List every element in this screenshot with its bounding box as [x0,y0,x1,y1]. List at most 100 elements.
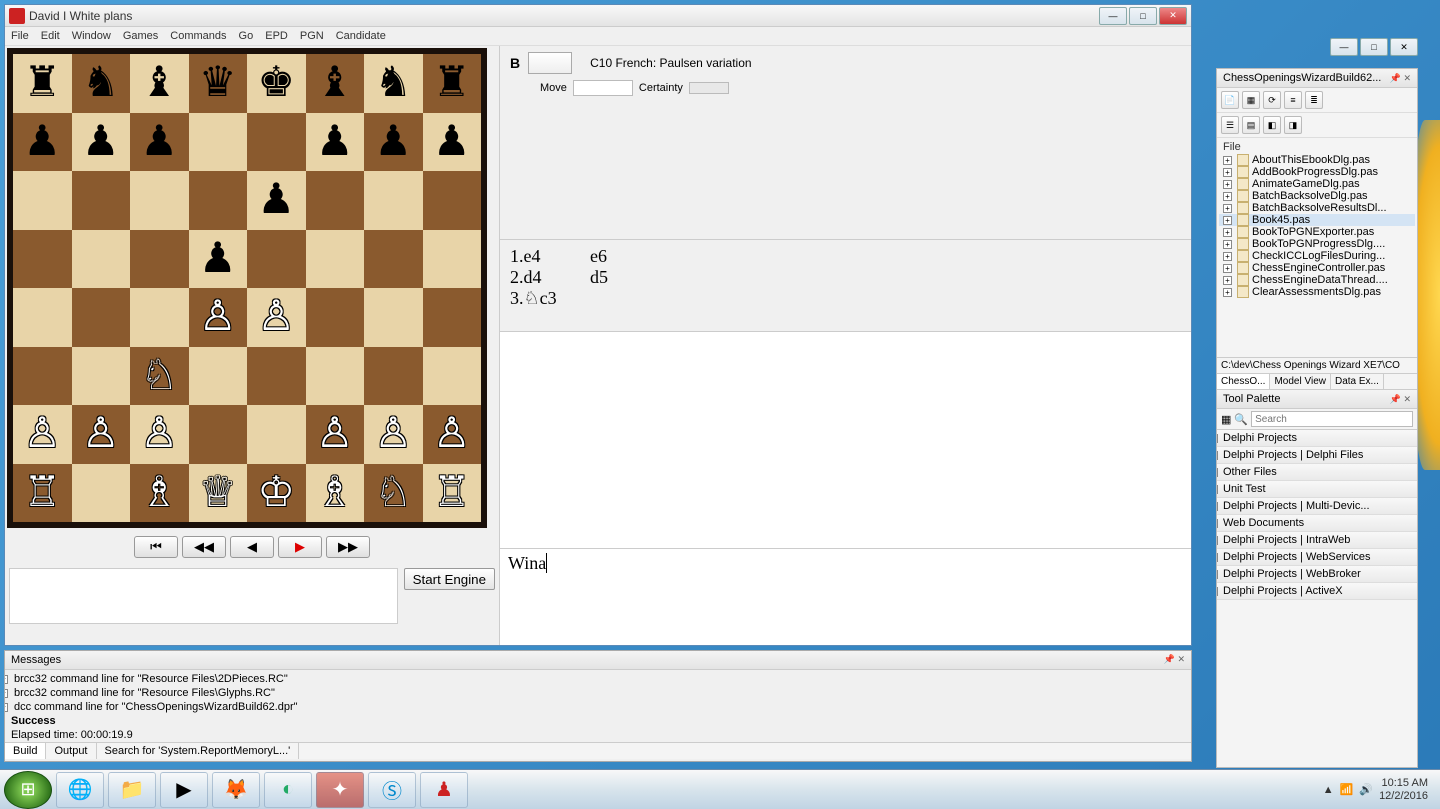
palette-category[interactable]: +Web Documents [1217,515,1417,532]
menu-pgn[interactable]: PGN [300,30,324,42]
square-a5[interactable] [13,230,72,289]
square-a4[interactable] [13,288,72,347]
square-g5[interactable] [364,230,423,289]
square-a3[interactable] [13,347,72,406]
square-f5[interactable] [306,230,365,289]
file-item[interactable]: +Book45.pas [1219,214,1415,226]
square-d7[interactable] [189,113,248,172]
square-f3[interactable] [306,347,365,406]
candidates-panel[interactable] [500,332,1191,549]
square-g4[interactable] [364,288,423,347]
palette-controls[interactable]: 📌 ✕ [1390,394,1411,405]
menu-candidate[interactable]: Candidate [336,30,386,42]
nav-rewind-button[interactable]: ◀◀ [182,536,226,558]
file-item[interactable]: +ClearAssessmentsDlg.pas [1219,286,1415,298]
toolbar-refresh-icon[interactable]: ⟳ [1263,91,1281,109]
square-f2[interactable]: ♙ [306,405,365,464]
square-f7[interactable]: ♟ [306,113,365,172]
menu-epd[interactable]: EPD [265,30,288,42]
palette-category[interactable]: +Delphi Projects | Delphi Files [1217,447,1417,464]
square-b3[interactable] [72,347,131,406]
task-ie-icon[interactable]: 🌐 [56,772,104,808]
square-b5[interactable] [72,230,131,289]
tray-network-icon[interactable]: 📶 [1340,783,1354,796]
square-g1[interactable]: ♘ [364,464,423,523]
nav-first-button[interactable]: ⏮ [134,536,178,558]
palette-category[interactable]: +Unit Test [1217,481,1417,498]
messages-close-icon[interactable]: 📌 ✕ [1164,654,1185,666]
square-g3[interactable] [364,347,423,406]
assessment-select[interactable] [528,52,572,74]
nav-prev-button[interactable]: ◀ [230,536,274,558]
palette-cat-icon[interactable]: ▦ [1221,413,1231,426]
bg-maximize-button[interactable]: □ [1360,38,1388,56]
palette-category[interactable]: +Delphi Projects | Multi-Devic... [1217,498,1417,515]
task-firefox-icon[interactable]: 🦊 [212,772,260,808]
toolbar-expand-icon[interactable]: ≣ [1305,91,1323,109]
square-e6[interactable]: ♟ [247,171,306,230]
square-c7[interactable]: ♟ [130,113,189,172]
square-c5[interactable] [130,230,189,289]
chess-minimize-button[interactable]: — [1099,7,1127,25]
file-item[interactable]: +ChessEngineController.pas [1219,262,1415,274]
square-d8[interactable]: ♛ [189,54,248,113]
notation-panel[interactable]: 1.e4e6 2.d4d5 3.♘c3 [500,240,1191,332]
file-item[interactable]: +AboutThisEbookDlg.pas [1219,154,1415,166]
file-item[interactable]: +BookToPGNExporter.pas [1219,226,1415,238]
toolbar-view-icon[interactable]: ▦ [1242,91,1260,109]
chess-close-button[interactable]: ✕ [1159,7,1187,25]
comment-editor[interactable]: Wina [500,549,1191,645]
square-d2[interactable] [189,405,248,464]
chess-maximize-button[interactable]: □ [1129,7,1157,25]
square-b4[interactable] [72,288,131,347]
square-c2[interactable]: ♙ [130,405,189,464]
project-panel-controls[interactable]: 📌 ✕ [1390,73,1411,84]
tab-data-explorer[interactable]: Data Ex... [1331,374,1384,389]
square-d1[interactable]: ♕ [189,464,248,523]
start-engine-button[interactable]: Start Engine [404,568,495,590]
messages-tab-output[interactable]: Output [46,743,96,759]
square-b6[interactable] [72,171,131,230]
messages-tab-search[interactable]: Search for 'System.ReportMemoryL...' [97,743,300,759]
square-h7[interactable]: ♟ [423,113,482,172]
square-c3[interactable]: ♘ [130,347,189,406]
square-c1[interactable]: ♗ [130,464,189,523]
task-skype-icon[interactable]: Ⓢ [368,772,416,808]
palette-category[interactable]: +Delphi Projects | IntraWeb [1217,532,1417,549]
messages-body[interactable]: +brcc32 command line for "Resource Files… [5,670,1191,742]
chess-titlebar[interactable]: David I White plans — □ ✕ [5,5,1191,27]
file-tree[interactable]: File +AboutThisEbookDlg.pas+AddBookProgr… [1217,138,1417,358]
certainty-slider[interactable] [689,82,729,94]
file-item[interactable]: +AnimateGameDlg.pas [1219,178,1415,190]
square-a7[interactable]: ♟ [13,113,72,172]
square-b8[interactable]: ♞ [72,54,131,113]
square-e3[interactable] [247,347,306,406]
task-chess-icon[interactable]: ♟ [420,772,468,808]
palette-category[interactable]: +Delphi Projects [1217,430,1417,447]
start-button[interactable]: ⊞ [4,771,52,809]
menu-edit[interactable]: Edit [41,30,60,42]
square-f4[interactable] [306,288,365,347]
square-e1[interactable]: ♔ [247,464,306,523]
system-tray[interactable]: ▲ 📶 🔊 10:15 AM 12/2/2016 [1315,777,1436,803]
square-h8[interactable]: ♜ [423,54,482,113]
square-e4[interactable]: ♙ [247,288,306,347]
square-d3[interactable] [189,347,248,406]
file-item[interactable]: +CheckICCLogFilesDuring... [1219,250,1415,262]
toolbar-opt2-icon[interactable]: ◨ [1284,116,1302,134]
square-c8[interactable]: ♝ [130,54,189,113]
square-h6[interactable] [423,171,482,230]
square-h5[interactable] [423,230,482,289]
square-h2[interactable]: ♙ [423,405,482,464]
nav-forward-button[interactable]: ▶▶ [326,536,370,558]
bg-close-button[interactable]: ✕ [1390,38,1418,56]
square-e8[interactable]: ♚ [247,54,306,113]
toolbar-sort-icon[interactable]: ☰ [1221,116,1239,134]
square-f6[interactable] [306,171,365,230]
palette-category[interactable]: +Delphi Projects | WebServices [1217,549,1417,566]
square-a1[interactable]: ♖ [13,464,72,523]
palette-category[interactable]: +Other Files [1217,464,1417,481]
square-c6[interactable] [130,171,189,230]
file-item[interactable]: +BatchBacksolveDlg.pas [1219,190,1415,202]
square-f8[interactable]: ♝ [306,54,365,113]
